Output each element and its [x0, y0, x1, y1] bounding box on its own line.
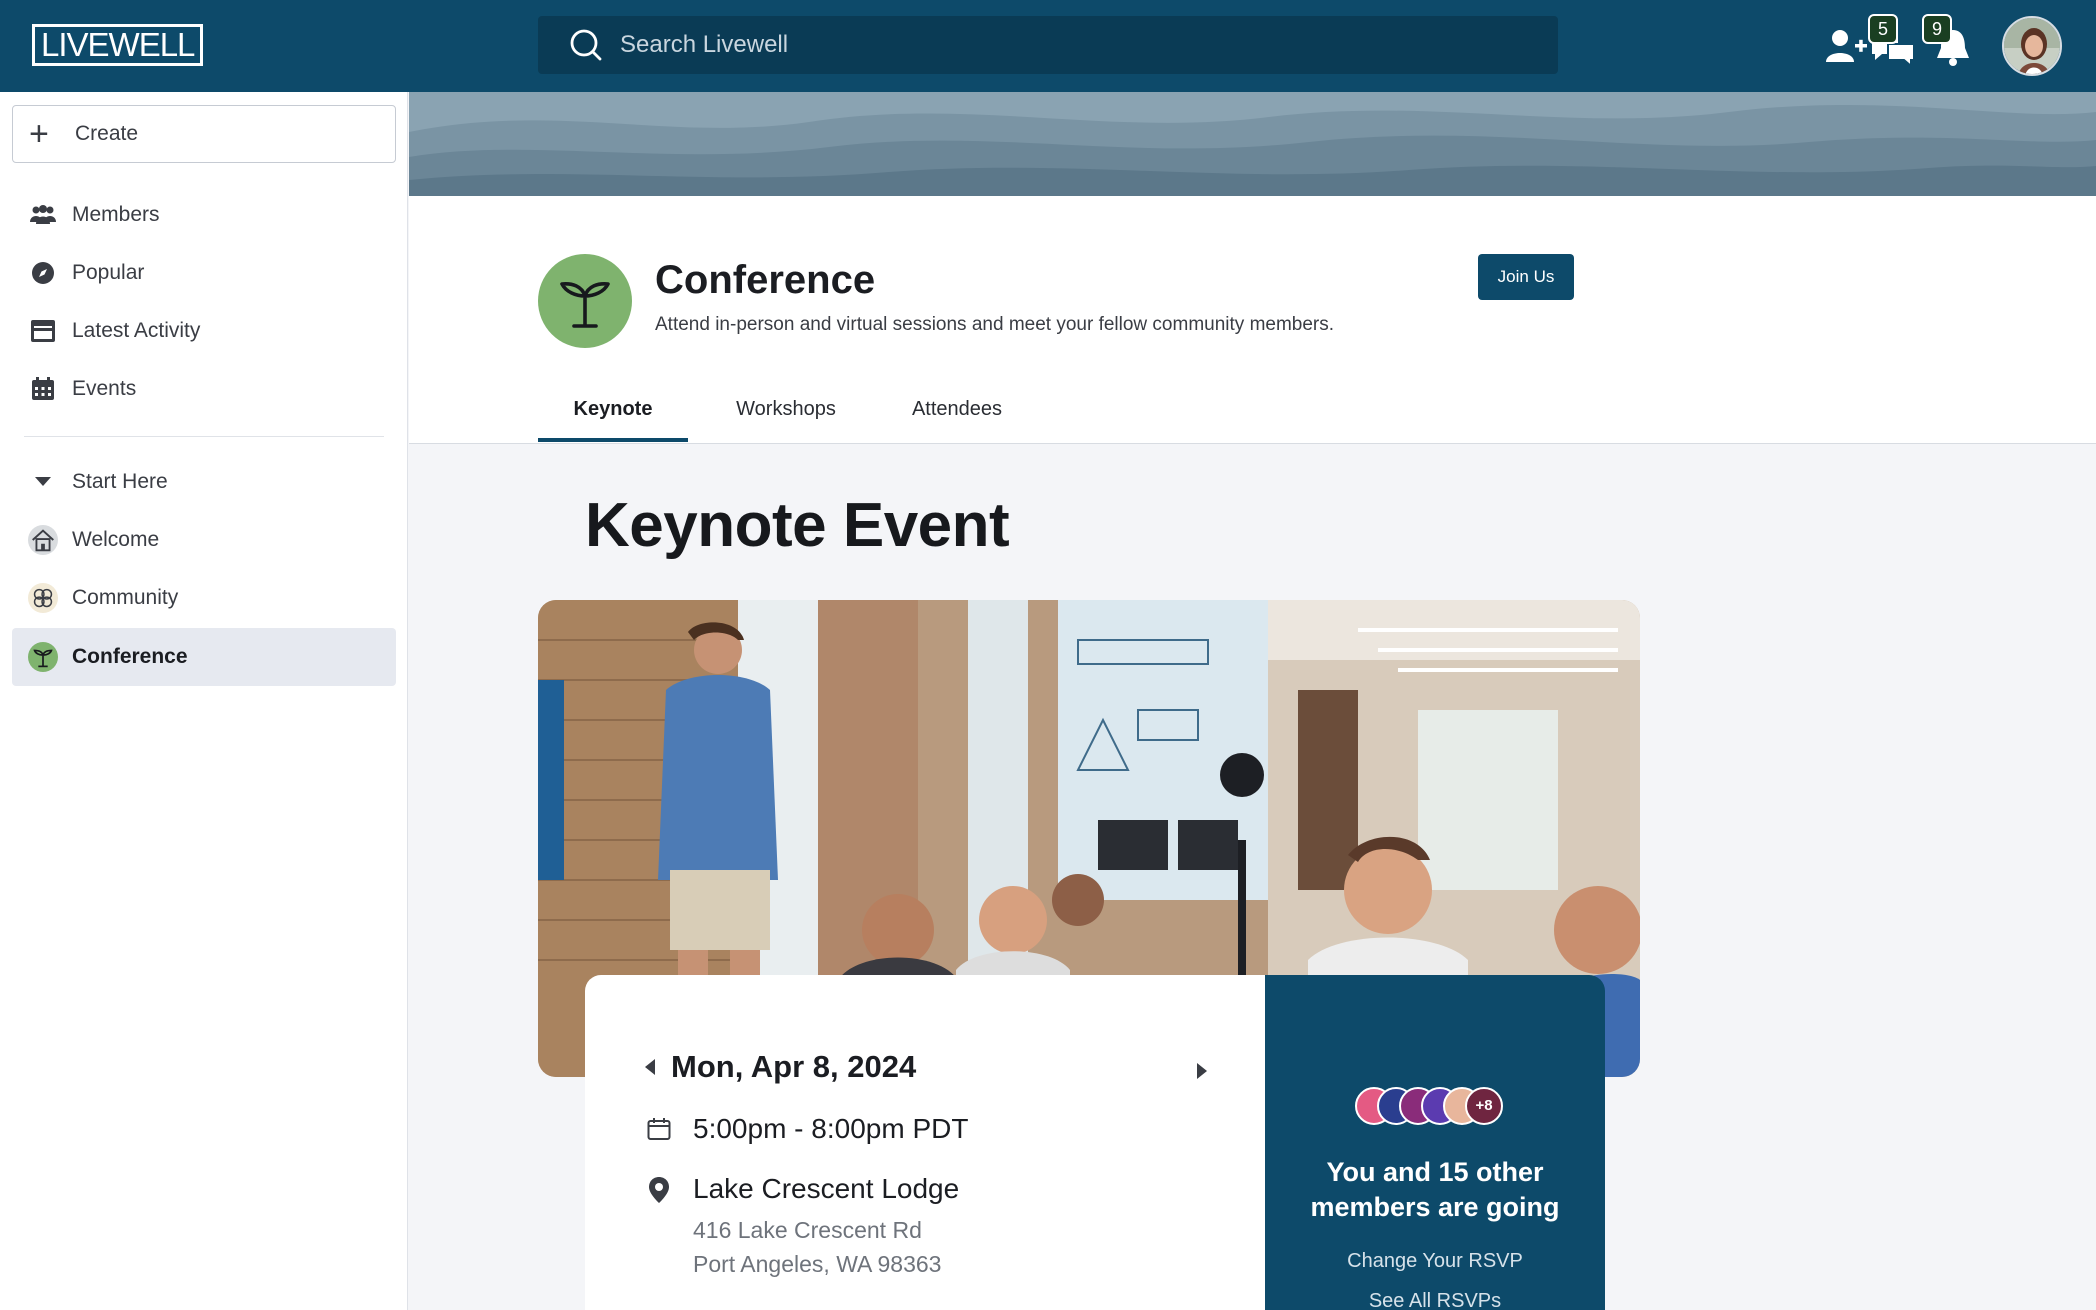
- plus-icon: +: [29, 115, 49, 153]
- community-icon: [28, 583, 58, 613]
- sprout-icon: [560, 282, 610, 328]
- members-icon: [28, 200, 58, 230]
- chat-badge: 5: [1868, 14, 1898, 44]
- tab-workshops[interactable]: Workshops: [705, 392, 867, 442]
- event-date-row: Mon, Apr 8, 2024: [645, 1049, 1205, 1085]
- top-bar: LIVEWELL Search Livewell 5 9: [0, 0, 2096, 92]
- add-person-icon[interactable]: [1820, 22, 1870, 72]
- attendee-avatars[interactable]: +8: [1355, 1087, 1515, 1127]
- search-bar[interactable]: Search Livewell: [538, 16, 1558, 74]
- event-time: 5:00pm - 8:00pm PDT: [693, 1113, 969, 1144]
- see-all-rsvps-link[interactable]: See All RSVPs: [1265, 1290, 1605, 1310]
- conference-logo: [538, 254, 632, 348]
- attendee-extra-count: +8: [1465, 1087, 1503, 1125]
- event-time-row: 5:00pm - 8:00pm PDT: [645, 1113, 968, 1145]
- calendar-icon: [645, 1113, 673, 1145]
- join-us-button[interactable]: Join Us: [1478, 254, 1574, 300]
- sidebar-item-community[interactable]: Community: [12, 569, 396, 627]
- sidebar-item-label: Community: [72, 586, 179, 609]
- search-placeholder[interactable]: Search Livewell: [620, 31, 788, 59]
- group-description: Attend in-person and virtual sessions an…: [655, 314, 1335, 335]
- create-button-label: Create: [75, 122, 139, 145]
- event-title: Keynote Event: [585, 491, 1010, 560]
- rsvp-panel: +8 You and 15 other members are going Ch…: [1265, 975, 1605, 1310]
- caret-down-icon: [28, 467, 58, 497]
- sidebar-item-welcome[interactable]: Welcome: [12, 511, 396, 569]
- create-button[interactable]: + Create: [12, 105, 396, 163]
- sidebar-item-conference[interactable]: Conference: [12, 628, 396, 686]
- event-venue: Lake Crescent Lodge: [693, 1173, 960, 1204]
- sidebar-item-label: Events: [72, 377, 137, 400]
- group-banner: [409, 92, 2096, 196]
- previous-date-icon[interactable]: [645, 1059, 657, 1075]
- sidebar-item-members[interactable]: Members: [12, 186, 396, 244]
- sidebar-section-label: Start Here: [72, 470, 168, 493]
- group-title: Conference: [655, 258, 876, 302]
- event-address-line1: 416 Lake Crescent Rd: [693, 1217, 922, 1243]
- event-date: Mon, Apr 8, 2024: [671, 1049, 917, 1084]
- user-avatar[interactable]: [2002, 16, 2062, 76]
- activity-icon: [28, 316, 58, 346]
- sidebar-item-latest-activity[interactable]: Latest Activity: [12, 302, 396, 360]
- sidebar-item-label: Popular: [72, 261, 145, 284]
- sidebar: + Create Members Popular Latest Activity…: [0, 92, 408, 1310]
- sidebar-item-label: Welcome: [72, 528, 160, 551]
- sprout-icon: [28, 642, 58, 672]
- next-date-icon[interactable]: [1195, 1063, 1207, 1079]
- calendar-icon: [28, 374, 58, 404]
- sidebar-item-label: Members: [72, 203, 160, 226]
- event-details-card: Mon, Apr 8, 2024 5:00pm - 8:00pm PDT Lak…: [585, 975, 1265, 1310]
- location-pin-icon: [645, 1173, 673, 1205]
- rsvp-going-text: You and 15 other members are going: [1310, 1157, 1560, 1222]
- tab-attendees[interactable]: Attendees: [883, 392, 1031, 442]
- sidebar-item-label: Conference: [72, 645, 188, 668]
- group-header: Conference Attend in-person and virtual …: [409, 196, 2096, 444]
- search-icon: [570, 29, 602, 61]
- house-icon: [28, 525, 58, 555]
- sidebar-item-label: Latest Activity: [72, 319, 201, 342]
- sidebar-item-events[interactable]: Events: [12, 360, 396, 418]
- change-rsvp-link[interactable]: Change Your RSVP: [1265, 1250, 1605, 1273]
- notification-badge: 9: [1922, 14, 1952, 44]
- compass-icon: [28, 258, 58, 288]
- sidebar-divider: [24, 436, 384, 437]
- tab-keynote[interactable]: Keynote: [538, 392, 688, 442]
- sidebar-item-popular[interactable]: Popular: [12, 244, 396, 302]
- sidebar-section-start-here[interactable]: Start Here: [12, 453, 396, 511]
- event-location-row: Lake Crescent Lodge 416 Lake Crescent Rd…: [645, 1173, 959, 1281]
- livewell-logo[interactable]: LIVEWELL: [32, 24, 204, 66]
- event-address-line2: Port Angeles, WA 98363: [693, 1251, 942, 1277]
